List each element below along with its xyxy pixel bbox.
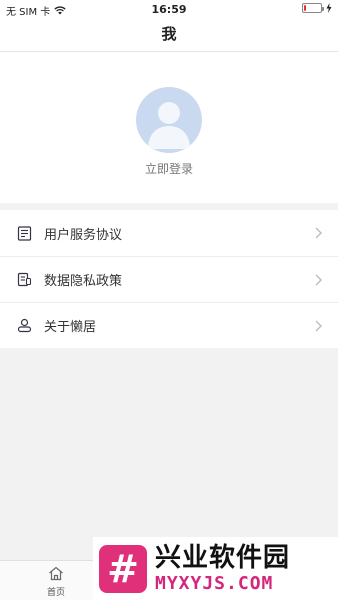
document-list-icon <box>16 225 32 241</box>
settings-menu: 用户服务协议 数据隐私政策 关于懒居 <box>0 210 338 348</box>
menu-item-about[interactable]: 关于懒居 <box>0 302 338 348</box>
privacy-document-icon <box>16 272 32 288</box>
chevron-right-icon <box>315 227 322 239</box>
default-avatar-icon[interactable] <box>136 87 202 153</box>
home-icon <box>49 566 63 581</box>
watermark-overlay: # 兴业软件园 MYXYJS.COM <box>93 537 338 600</box>
status-right <box>302 3 332 13</box>
menu-item-privacy-policy[interactable]: 数据隐私政策 <box>0 256 338 302</box>
watermark-url: MYXYJS.COM <box>155 573 274 594</box>
page-title: 我 <box>161 25 177 43</box>
menu-item-label: 关于懒居 <box>44 320 97 335</box>
chevron-right-icon <box>315 274 322 286</box>
charging-bolt-icon <box>326 3 332 13</box>
person-icon <box>16 318 32 334</box>
watermark-title: 兴业软件园 <box>155 543 291 573</box>
profile-section: 立即登录 <box>0 52 338 203</box>
chevron-right-icon <box>315 320 322 332</box>
status-bar: 无 SIM 卡 16:59 <box>0 0 338 18</box>
tab-home[interactable]: 首页 <box>41 566 71 598</box>
nav-bar: 我 <box>0 18 338 52</box>
menu-item-label: 用户服务协议 <box>44 227 123 243</box>
status-time: 16:59 <box>151 3 187 16</box>
login-button[interactable]: 立即登录 <box>0 160 338 177</box>
tab-home-label: 首页 <box>46 588 65 598</box>
battery-icon <box>302 3 324 13</box>
menu-item-label: 数据隐私政策 <box>44 274 123 289</box>
menu-item-user-agreement[interactable]: 用户服务协议 <box>0 210 338 256</box>
watermark-logo: # <box>99 544 147 593</box>
watermark-text: 兴业软件园 MYXYJS.COM <box>155 543 290 594</box>
